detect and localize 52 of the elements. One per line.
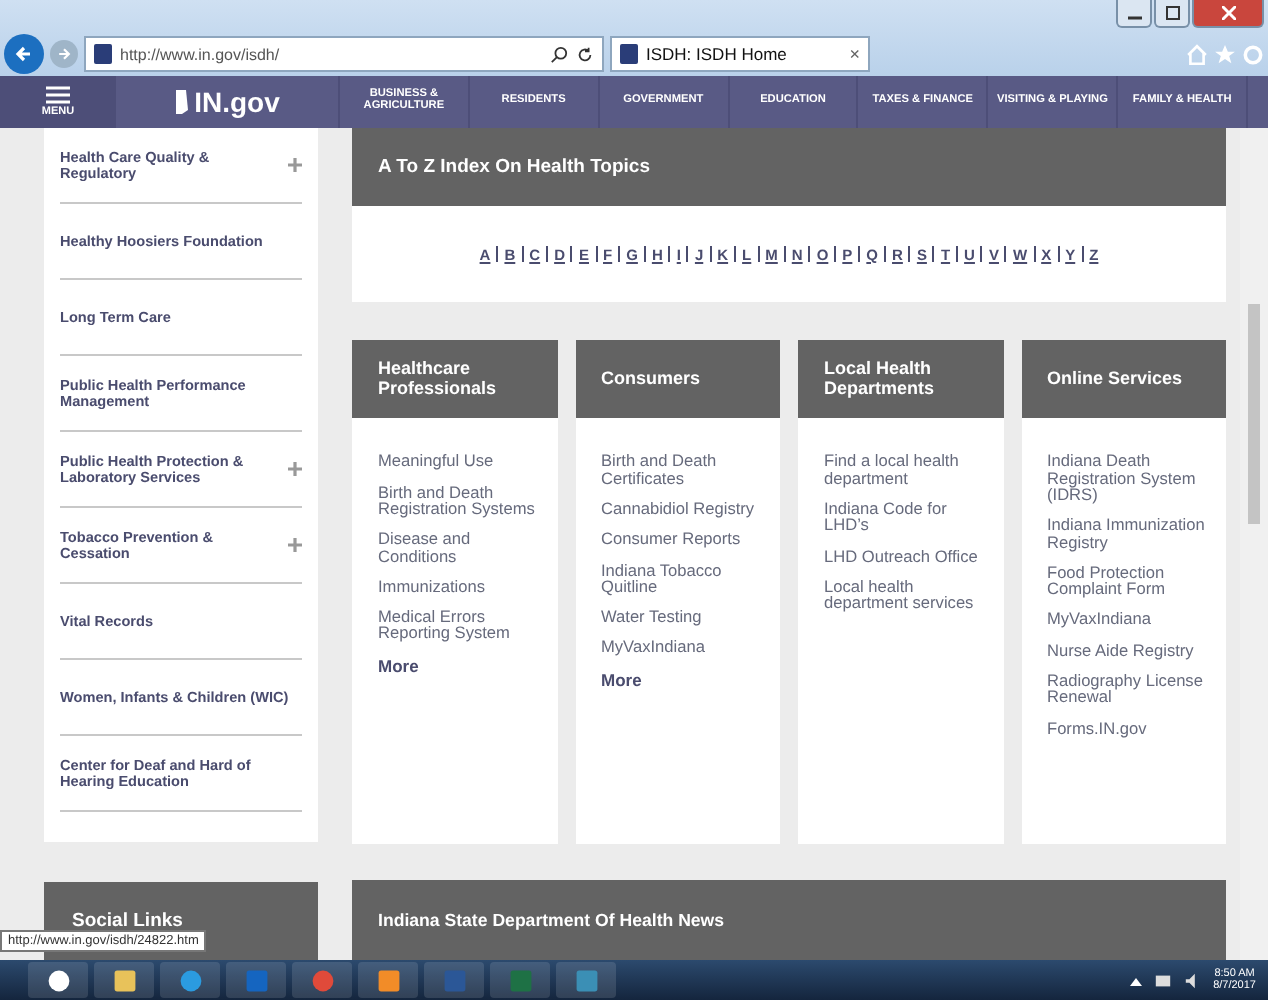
card-link[interactable]: Indiana Tobacco Quitline bbox=[601, 561, 764, 595]
card-link[interactable]: Food Protection Complaint Form bbox=[1047, 563, 1210, 597]
minimize-button[interactable] bbox=[1116, 0, 1152, 28]
card-link[interactable]: Cannabidiol Registry bbox=[601, 499, 764, 517]
caret-icon[interactable] bbox=[1129, 975, 1142, 985]
scrollbar-thumb[interactable] bbox=[1248, 304, 1260, 524]
card-link[interactable]: Medical Errors Reporting System bbox=[378, 608, 541, 642]
card-link[interactable]: Immunizations bbox=[378, 577, 541, 595]
card-link[interactable]: MyVaxIndiana bbox=[1047, 610, 1210, 628]
section-heading: Indiana State Department Of Health News bbox=[352, 880, 1226, 960]
card-heading: Online Services bbox=[1021, 340, 1226, 419]
more-link[interactable]: More bbox=[378, 655, 541, 676]
back-arrow-icon bbox=[14, 44, 34, 64]
maximize-icon bbox=[1165, 6, 1179, 20]
maximize-button[interactable] bbox=[1154, 0, 1190, 28]
card-heading: Consumers bbox=[575, 340, 780, 419]
network-icon[interactable] bbox=[1153, 971, 1172, 989]
plus-icon[interactable] bbox=[288, 538, 302, 552]
close-icon bbox=[1221, 6, 1235, 20]
card-link[interactable]: Birth and Death Registration Systems bbox=[378, 483, 541, 517]
refresh-icon[interactable] bbox=[576, 45, 594, 63]
browser-tab[interactable]: ISDH: ISDH Home × bbox=[610, 36, 870, 72]
card-link[interactable]: MyVaxIndiana bbox=[601, 638, 764, 656]
plus-icon[interactable] bbox=[288, 158, 302, 172]
address-field[interactable]: http://www.in.gov/isdh/ bbox=[84, 36, 604, 72]
state-outline-icon bbox=[174, 88, 191, 116]
card-link[interactable]: Indiana Death Registration System (IDRS) bbox=[1047, 452, 1210, 503]
card-link[interactable]: LHD Outreach Office bbox=[824, 547, 987, 564]
card-link[interactable]: Disease and Conditions bbox=[378, 530, 541, 564]
card-heading: Healthcare Professionals bbox=[352, 340, 557, 419]
star-icon[interactable] bbox=[1214, 43, 1236, 65]
menu-icon bbox=[46, 86, 70, 104]
card-heading: Local Health Departments bbox=[798, 340, 1003, 419]
card-link[interactable]: Find a local health department bbox=[824, 452, 987, 486]
card-link[interactable]: Indiana Code for LHD’s bbox=[824, 499, 987, 533]
forward-button[interactable] bbox=[50, 40, 78, 68]
card-link[interactable]: Indiana Immunization Registry bbox=[1047, 516, 1210, 550]
card-link[interactable]: Local health department services bbox=[824, 577, 987, 611]
card-link[interactable]: Meaningful Use bbox=[378, 452, 541, 470]
card-link[interactable]: Consumer Reports bbox=[601, 530, 764, 547]
section-heading: A To Z Index On Health Topics bbox=[352, 128, 1226, 206]
more-link[interactable]: More bbox=[601, 669, 764, 690]
close-button[interactable] bbox=[1192, 0, 1264, 28]
card-link[interactable]: Nurse Aide Registry bbox=[1047, 641, 1210, 658]
card-link[interactable]: Birth and Death Certificates bbox=[601, 452, 764, 486]
card-link[interactable]: Water Testing bbox=[601, 608, 764, 625]
forward-arrow-icon bbox=[56, 46, 72, 62]
card-link[interactable]: Radiography License Renewal bbox=[1047, 671, 1210, 706]
search-icon[interactable] bbox=[550, 45, 568, 63]
back-button[interactable] bbox=[4, 34, 44, 74]
plus-icon[interactable] bbox=[288, 462, 302, 476]
card-link[interactable]: Forms.IN.gov bbox=[1047, 719, 1210, 736]
